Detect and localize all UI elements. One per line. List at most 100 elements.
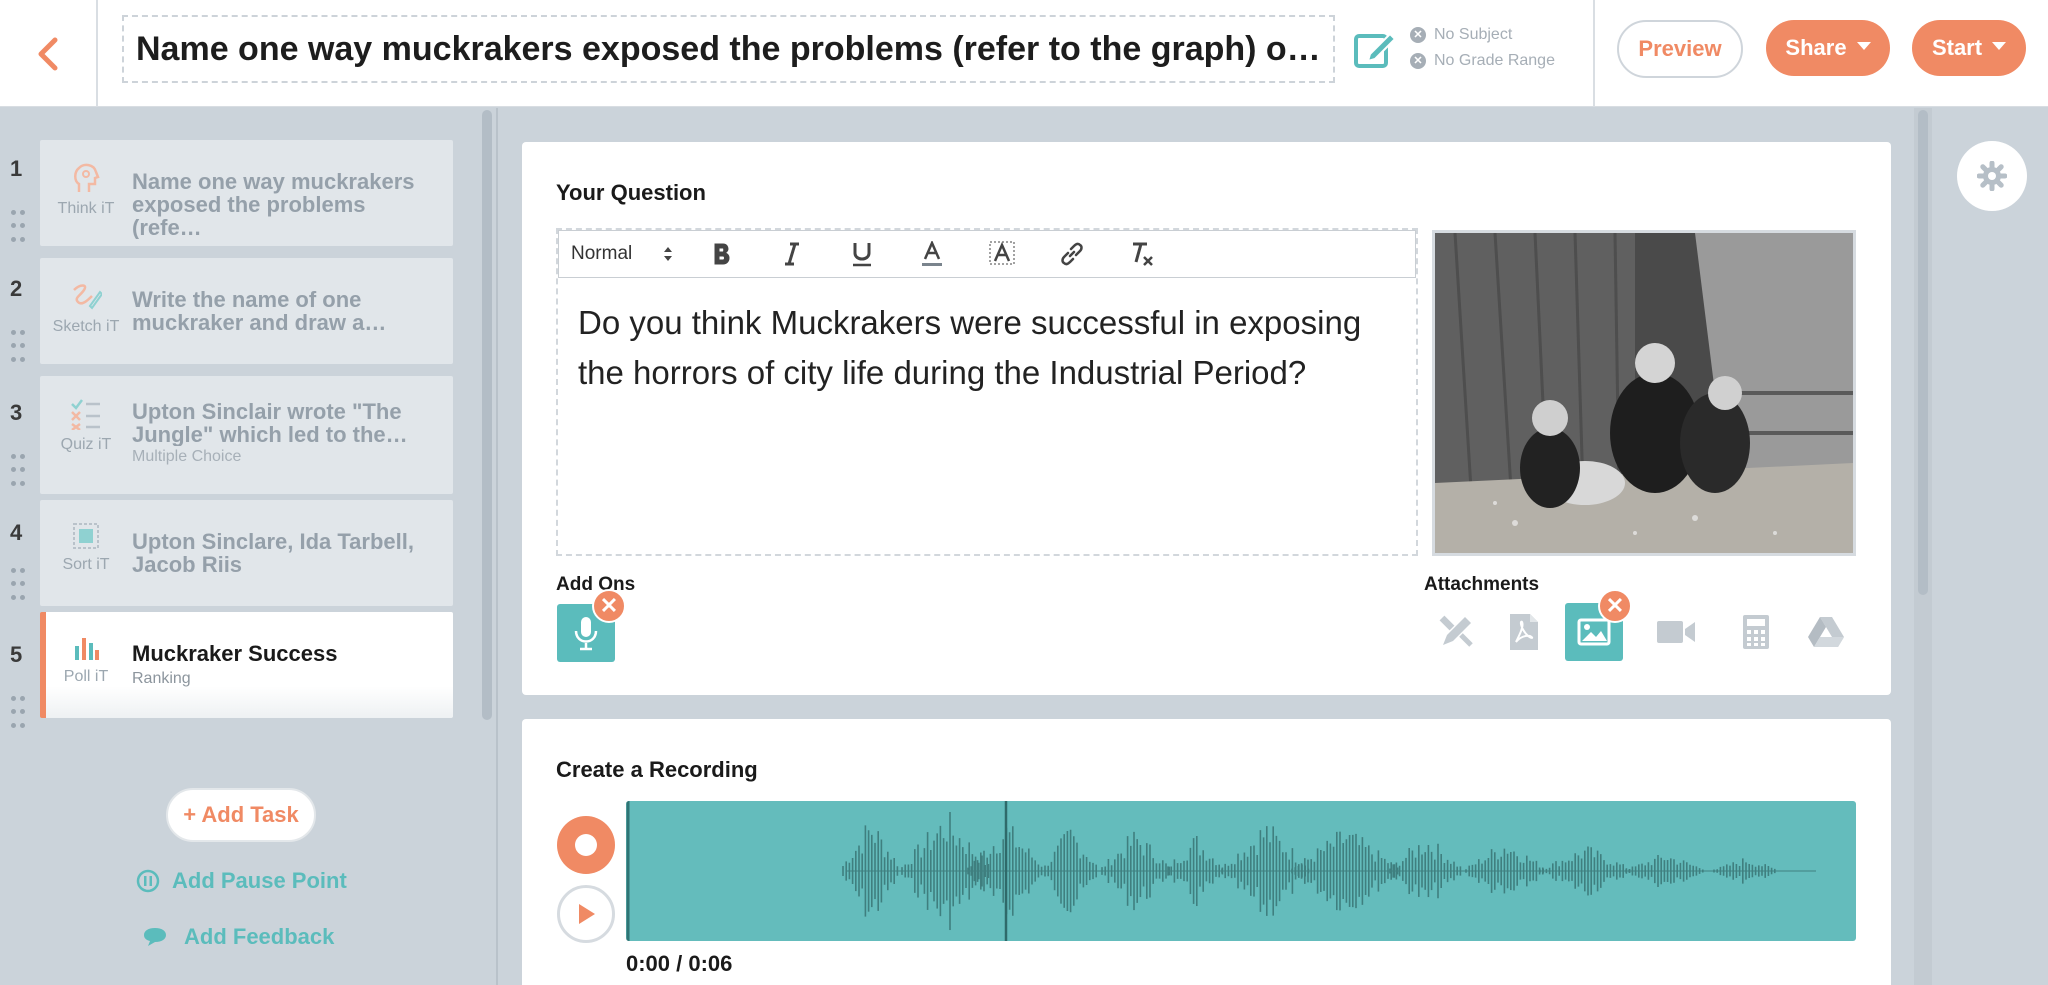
italic-icon bbox=[785, 242, 799, 266]
subject-row[interactable]: ✕ No Subject bbox=[1410, 22, 1555, 48]
task-subtitle: Multiple Choice bbox=[132, 448, 242, 465]
highlight-button[interactable] bbox=[967, 230, 1037, 278]
task-card[interactable]: Think iT Name one way muckrakers exposed… bbox=[40, 140, 453, 246]
question-card: Your Question Normal Do you think Muckra… bbox=[522, 142, 1891, 695]
task-sidebar: 1 Think iT Name one way muckrakers expos… bbox=[0, 108, 498, 985]
top-bar: Name one way muckrakers exposed the prob… bbox=[0, 0, 2048, 107]
text-color-button[interactable] bbox=[897, 230, 967, 278]
add-feedback-button[interactable]: Add Feedback bbox=[142, 924, 334, 950]
drag-handle-icon[interactable] bbox=[11, 696, 25, 732]
select-arrows-icon bbox=[664, 247, 672, 261]
remove-grade-icon[interactable]: ✕ bbox=[1410, 53, 1426, 69]
question-editor[interactable]: Normal Do you think Muckrakers were succ… bbox=[556, 228, 1418, 556]
grade-text: No Grade Range bbox=[1434, 52, 1555, 69]
waveform-graphic bbox=[626, 801, 1816, 941]
divider bbox=[1593, 0, 1595, 107]
task-card-active[interactable]: Poll iT Muckraker Success Ranking bbox=[40, 612, 453, 718]
draw-icon bbox=[1439, 615, 1473, 647]
pdf-attachment-button[interactable] bbox=[1498, 606, 1550, 658]
clear-format-button[interactable] bbox=[1107, 230, 1177, 278]
quiz-icon bbox=[71, 399, 100, 430]
task-type: Think iT bbox=[40, 162, 132, 218]
main-scrollbar[interactable] bbox=[1918, 110, 1928, 595]
settings-button[interactable] bbox=[1957, 141, 2027, 211]
share-button[interactable]: Share bbox=[1766, 20, 1890, 76]
underline-button[interactable] bbox=[827, 230, 897, 278]
chevron-down-icon bbox=[1992, 42, 2007, 50]
task-card[interactable]: Quiz iT Upton Sinclair wrote "The Jungle… bbox=[40, 376, 453, 494]
add-pause-point-button[interactable]: Add Pause Point bbox=[136, 868, 347, 894]
close-icon: ✕ bbox=[599, 593, 619, 618]
preview-label: Preview bbox=[1638, 36, 1722, 61]
addons-label: Add Ons bbox=[556, 574, 636, 595]
task-number: 1 bbox=[10, 156, 23, 181]
drag-handle-icon[interactable] bbox=[11, 330, 25, 366]
drag-handle-icon[interactable] bbox=[11, 568, 25, 604]
photo-illustration bbox=[1435, 233, 1853, 553]
lesson-title: Name one way muckrakers exposed the prob… bbox=[136, 29, 1321, 68]
audio-waveform[interactable] bbox=[626, 801, 1856, 941]
question-image[interactable] bbox=[1432, 230, 1856, 556]
calculator-icon bbox=[1743, 615, 1769, 649]
task-card[interactable]: Sort iT Upton Sinclare, Ida Tarbell, Jac… bbox=[40, 500, 453, 606]
sketch-icon bbox=[73, 284, 102, 310]
task-number: 4 bbox=[10, 520, 23, 545]
drag-handle-icon[interactable] bbox=[11, 210, 25, 246]
remove-image-button[interactable]: ✕ bbox=[1598, 589, 1632, 623]
draw-attachment-button[interactable] bbox=[1430, 606, 1482, 658]
video-icon bbox=[1657, 621, 1695, 643]
chevron-down-icon bbox=[1856, 42, 1871, 50]
format-select[interactable]: Normal bbox=[559, 230, 687, 278]
attachments-label: Attachments bbox=[1424, 574, 1540, 595]
microphone-icon bbox=[574, 617, 598, 651]
task-type: Sort iT bbox=[40, 522, 132, 574]
add-task-button[interactable]: + Add Task bbox=[166, 788, 316, 842]
video-attachment-button[interactable] bbox=[1650, 606, 1702, 658]
link-button[interactable] bbox=[1037, 230, 1107, 278]
google-drive-attachment-button[interactable] bbox=[1800, 606, 1852, 658]
start-button[interactable]: Start bbox=[1912, 20, 2026, 76]
task-type: Sketch iT bbox=[40, 280, 132, 336]
gear-icon bbox=[1977, 161, 2007, 191]
italic-button[interactable] bbox=[757, 230, 827, 278]
google-drive-icon bbox=[1808, 617, 1844, 647]
task-card[interactable]: Sketch iT Write the name of one muckrake… bbox=[40, 258, 453, 364]
task-number: 2 bbox=[10, 276, 23, 301]
edit-icon[interactable] bbox=[1352, 26, 1398, 72]
question-label: Your Question bbox=[556, 180, 706, 205]
editor-toolbar: Normal bbox=[558, 230, 1416, 278]
highlight-icon bbox=[989, 241, 1015, 265]
underline-icon bbox=[853, 243, 871, 267]
record-button[interactable] bbox=[557, 816, 615, 874]
task-title: Upton Sinclare, Ida Tarbell, Jacob Riis bbox=[132, 530, 414, 576]
close-icon: ✕ bbox=[1605, 593, 1625, 618]
remove-subject-icon[interactable]: ✕ bbox=[1410, 27, 1426, 43]
task-type: Quiz iT bbox=[40, 398, 132, 454]
text-color-icon bbox=[922, 241, 942, 266]
sidebar-scrollbar[interactable] bbox=[482, 110, 492, 720]
task-title: Upton Sinclair wrote "The Jungle" which … bbox=[132, 400, 408, 446]
pdf-icon bbox=[1510, 614, 1538, 650]
bold-icon bbox=[714, 243, 730, 265]
record-icon bbox=[575, 834, 597, 856]
remove-audio-button[interactable]: ✕ bbox=[592, 589, 626, 623]
start-label: Start bbox=[1931, 35, 1983, 60]
lesson-meta: ✕ No Subject ✕ No Grade Range bbox=[1410, 22, 1555, 74]
sort-icon bbox=[73, 523, 99, 549]
recording-time: 0:00 / 0:06 bbox=[626, 951, 733, 976]
drag-handle-icon[interactable] bbox=[11, 454, 25, 490]
preview-button[interactable]: Preview bbox=[1617, 20, 1743, 78]
bold-button[interactable] bbox=[687, 230, 757, 278]
task-title: Write the name of one muckraker and draw… bbox=[132, 288, 387, 334]
task-subtitle: Ranking bbox=[132, 670, 191, 687]
lesson-title-field[interactable]: Name one way muckrakers exposed the prob… bbox=[122, 15, 1335, 83]
calculator-attachment-button[interactable] bbox=[1730, 606, 1782, 658]
grade-row[interactable]: ✕ No Grade Range bbox=[1410, 48, 1555, 74]
task-title: Name one way muckrakers exposed the prob… bbox=[132, 170, 415, 239]
question-text[interactable]: Do you think Muckrakers were successful … bbox=[578, 298, 1398, 398]
poll-icon bbox=[75, 638, 99, 660]
play-icon bbox=[579, 904, 595, 924]
link-icon bbox=[1061, 242, 1083, 266]
play-button[interactable] bbox=[557, 885, 615, 943]
back-button[interactable] bbox=[0, 0, 98, 107]
